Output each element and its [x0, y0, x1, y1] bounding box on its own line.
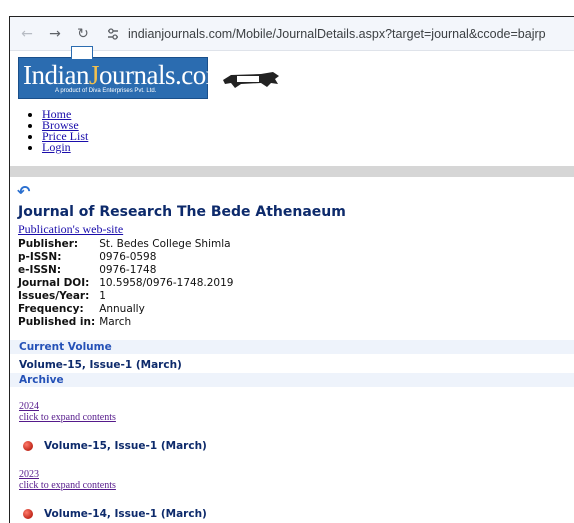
- detail-value: 0976-0598: [99, 250, 157, 263]
- detail-value: 1: [99, 289, 106, 302]
- detail-row: Published in: March: [18, 315, 237, 328]
- page-content: IndianJournals.com A product of Diva Ent…: [10, 46, 574, 521]
- issue-label[interactable]: Volume-15, Issue-1 (March): [44, 440, 207, 452]
- publication-website: Publication's web-site: [18, 222, 574, 237]
- archive-issue[interactable]: Volume-15, Issue-1 (March): [10, 439, 574, 453]
- issue-label[interactable]: Volume-14, Issue-1 (March): [44, 508, 207, 520]
- nav-item-home: Home: [42, 108, 574, 120]
- detail-key: Published in:: [18, 315, 96, 328]
- nav-item-price-list: Price List: [42, 130, 574, 142]
- current-volume-link[interactable]: Volume-15, Issue-1 (March): [10, 357, 574, 373]
- expand-contents-link[interactable]: click to expand contents: [19, 480, 116, 491]
- detail-row: Issues/Year: 1: [18, 289, 237, 302]
- detail-key: p-ISSN:: [18, 250, 62, 263]
- reload-icon[interactable]: ↻: [72, 23, 94, 45]
- forward-arrow-icon[interactable]: →: [44, 23, 66, 45]
- detail-value: March: [99, 315, 132, 328]
- year-link[interactable]: 2024: [19, 401, 39, 412]
- detail-row: Journal DOI: 10.5958/0976-1748.2019: [18, 276, 237, 289]
- journal-title: Journal of Research The Bede Athenaeum: [18, 204, 346, 220]
- detail-value: 0976-1748: [99, 263, 157, 276]
- address-bar[interactable]: indianjournals.com/Mobile/JournalDetails…: [104, 22, 574, 46]
- red-bullet-icon: [23, 441, 33, 451]
- archive-year-2023: 2023: [10, 469, 574, 480]
- nav-item-login: Login: [42, 140, 574, 154]
- back-arrow-icon[interactable]: ←: [16, 23, 38, 45]
- detail-key: Frequency:: [18, 302, 84, 315]
- publication-website-link[interactable]: Publication's web-site: [18, 222, 123, 236]
- expand-contents: click to expand contents: [10, 412, 574, 423]
- detail-key: Issues/Year:: [18, 289, 90, 302]
- detail-row: p-ISSN: 0976-0598: [18, 250, 237, 263]
- detail-row: e-ISSN: 0976-1748: [18, 263, 237, 276]
- nav-link-login[interactable]: Login: [42, 140, 71, 154]
- browser-window: ← → ↻ indianjournals.com/Mobile/JournalD…: [9, 16, 574, 523]
- url-text[interactable]: indianjournals.com/Mobile/JournalDetails…: [128, 27, 546, 41]
- expand-contents: click to expand contents: [10, 480, 574, 491]
- main-nav: Home Browse Price List Login: [10, 108, 574, 154]
- archive-heading: Archive: [10, 373, 574, 387]
- return-arrow-icon[interactable]: ↶: [17, 183, 574, 201]
- detail-value: 10.5958/0976-1748.2019: [99, 276, 234, 289]
- make-in-india-lion-icon: [223, 72, 279, 88]
- year-link[interactable]: 2023: [19, 469, 39, 480]
- current-volume-heading: Current Volume: [10, 340, 574, 354]
- browser-toolbar: ← → ↻ indianjournals.com/Mobile/JournalD…: [10, 17, 574, 51]
- detail-value: St. Bedes College Shimla: [99, 237, 231, 250]
- detail-value: Annually: [99, 302, 145, 315]
- site-info-icon[interactable]: [104, 27, 122, 41]
- divider-band: [10, 166, 574, 177]
- red-bullet-icon: [23, 509, 33, 519]
- detail-key: Journal DOI:: [18, 276, 90, 289]
- archive-year-2024: 2024: [10, 401, 574, 412]
- logo-text: IndianJournals.com: [23, 60, 227, 90]
- expand-contents-link[interactable]: click to expand contents: [19, 412, 116, 423]
- header: IndianJournals.com A product of Diva Ent…: [10, 46, 574, 109]
- logo-tagline: A product of Diva Enterprises Pvt. Ltd.: [55, 88, 157, 94]
- detail-row: Frequency: Annually: [18, 302, 237, 315]
- logo-mark-icon: [71, 46, 93, 60]
- indianjournals-logo[interactable]: IndianJournals.com A product of Diva Ent…: [18, 46, 227, 99]
- detail-key: e-ISSN:: [18, 263, 62, 276]
- nav-item-browse: Browse: [42, 119, 574, 131]
- journal-details-table: Publisher: St. Bedes College Shimla p-ISS…: [18, 237, 237, 328]
- archive-issue[interactable]: Volume-14, Issue-1 (March): [10, 507, 574, 521]
- detail-row: Publisher: St. Bedes College Shimla: [18, 237, 237, 250]
- detail-key: Publisher:: [18, 237, 79, 250]
